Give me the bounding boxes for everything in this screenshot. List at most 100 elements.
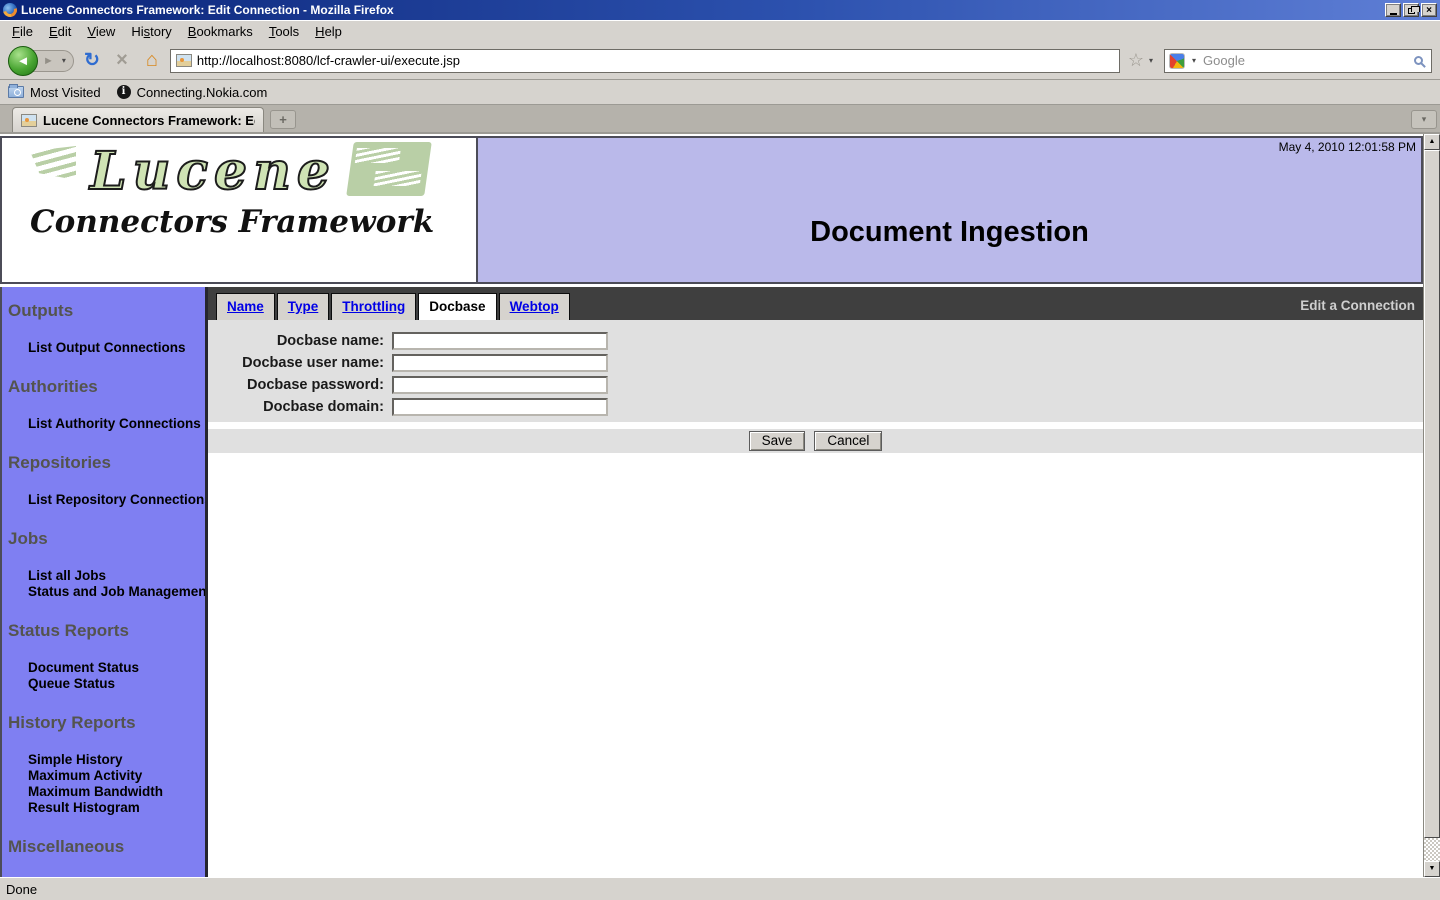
status-bar: Done xyxy=(0,877,1440,900)
minimize-icon xyxy=(1390,13,1397,15)
browser-tab-active[interactable]: Lucene Connectors Framework: Edit ... xyxy=(12,107,264,132)
field-input-docbase-password[interactable] xyxy=(392,376,608,394)
page-favicon xyxy=(176,54,192,67)
search-icon[interactable] xyxy=(1414,56,1423,65)
docbase-form: Docbase name: Docbase user name: Docbase p… xyxy=(208,320,1423,422)
vertical-scrollbar[interactable]: ▲ ▼ xyxy=(1423,134,1440,877)
search-engine-dropdown-icon[interactable]: ▾ xyxy=(1189,56,1199,65)
url-input[interactable] xyxy=(197,53,1114,68)
reload-button[interactable]: ↻ xyxy=(80,49,104,73)
sidebar-link-status-and-job-management[interactable]: Status and Job Management xyxy=(28,584,205,600)
field-input-docbase-domain[interactable] xyxy=(392,398,608,416)
bookmarks-toolbar: Most Visited Connecting.Nokia.com xyxy=(0,80,1440,105)
tab-docbase[interactable]: Docbase xyxy=(418,293,496,320)
menu-bar: FileEditViewHistoryBookmarksToolsHelp xyxy=(0,20,1440,42)
menu-history[interactable]: History xyxy=(123,22,179,41)
timestamp: May 4, 2010 12:01:58 PM xyxy=(1279,140,1416,154)
tab-link-label: Webtop xyxy=(510,299,559,314)
sidebar-section-jobs: Jobs xyxy=(8,529,205,549)
navigation-toolbar: ◄ ► ▾ ↻ × ⌂ ☆ ▾ ▾ xyxy=(0,42,1440,80)
field-input-docbase-user-name[interactable] xyxy=(392,354,608,372)
status-text: Done xyxy=(6,882,37,897)
sidebar-link-list-authority-connections[interactable]: List Authority Connections xyxy=(28,416,205,432)
page-title: Document Ingestion xyxy=(478,138,1421,249)
main-content: NameTypeThrottlingDocbaseWebtopEdit a Co… xyxy=(208,287,1423,877)
sidebar-section-history-reports: History Reports xyxy=(8,713,205,733)
bookmark-dropdown-icon[interactable]: ▾ xyxy=(1146,56,1156,65)
tab-link-label: Throttling xyxy=(342,299,405,314)
home-button[interactable]: ⌂ xyxy=(140,49,164,73)
cancel-button[interactable]: Cancel xyxy=(814,431,882,451)
sidebar-links: List Output Connections xyxy=(28,340,205,356)
google-icon xyxy=(1169,53,1185,69)
connection-tab-bar: NameTypeThrottlingDocbaseWebtopEdit a Co… xyxy=(208,287,1423,320)
sidebar-link-list-repository-connections[interactable]: List Repository Connections xyxy=(28,492,205,508)
sidebar-link-simple-history[interactable]: Simple History xyxy=(28,752,205,768)
menu-tools[interactable]: Tools xyxy=(261,22,307,41)
save-button[interactable]: Save xyxy=(749,431,806,451)
sidebar-section-status-reports: Status Reports xyxy=(8,621,205,641)
scrollbar-thumb[interactable] xyxy=(1424,150,1440,838)
page-viewport: Lucene Connectors Framework May 4, 2010 … xyxy=(0,134,1440,877)
sidebar-link-list-all-jobs[interactable]: List all Jobs xyxy=(28,568,205,584)
form-row: Docbase user name: xyxy=(208,352,1423,374)
history-dropdown-icon[interactable]: ▾ xyxy=(59,56,69,65)
sidebar-link-help[interactable]: Help xyxy=(28,876,205,877)
menu-edit[interactable]: Edit xyxy=(41,22,79,41)
browser-tab-title: Lucene Connectors Framework: Edit ... xyxy=(43,113,255,128)
field-label-docbase-password: Docbase password: xyxy=(208,377,392,393)
sidebar-links: List all JobsStatus and Job Management xyxy=(28,568,205,600)
field-label-docbase-domain: Docbase domain: xyxy=(208,399,392,415)
tab-throttling[interactable]: Throttling xyxy=(331,293,416,320)
back-button[interactable]: ◄ xyxy=(8,46,38,76)
sidebar-section-authorities: Authorities xyxy=(8,377,205,397)
list-all-tabs-button[interactable]: ▾ xyxy=(1411,110,1437,129)
tab-link-label: Name xyxy=(227,299,264,314)
close-button[interactable]: × xyxy=(1421,3,1437,17)
sidebar-links: List Repository Connections xyxy=(28,492,205,508)
tab-type[interactable]: Type xyxy=(277,293,330,320)
logo-subtitle: Connectors Framework xyxy=(30,204,462,240)
scrollbar-track[interactable] xyxy=(1424,838,1440,861)
bookmark-most-visited[interactable]: Most Visited xyxy=(8,85,101,100)
sidebar-link-maximum-bandwidth[interactable]: Maximum Bandwidth xyxy=(28,784,205,800)
restore-button[interactable] xyxy=(1403,3,1419,17)
menu-file[interactable]: File xyxy=(4,22,41,41)
sidebar-link-maximum-activity[interactable]: Maximum Activity xyxy=(28,768,205,784)
bookmark-star-icon[interactable]: ☆ xyxy=(1128,50,1144,71)
lucene-logo: Lucene Connectors Framework xyxy=(2,138,478,282)
sidebar-links: Simple HistoryMaximum ActivityMaximum Ba… xyxy=(28,752,205,816)
sidebar-link-queue-status[interactable]: Queue Status xyxy=(28,676,205,692)
tab-webtop[interactable]: Webtop xyxy=(499,293,570,320)
sidebar-link-result-histogram[interactable]: Result Histogram xyxy=(28,800,205,816)
scroll-down-button[interactable]: ▼ xyxy=(1424,861,1440,877)
sidebar-link-list-output-connections[interactable]: List Output Connections xyxy=(28,340,205,356)
tab-favicon xyxy=(21,114,37,127)
url-bar xyxy=(170,49,1120,73)
content-blank-area xyxy=(208,453,1423,877)
field-label-docbase-name: Docbase name: xyxy=(208,333,392,349)
page-header: Lucene Connectors Framework May 4, 2010 … xyxy=(0,136,1423,284)
search-bar: ▾ xyxy=(1164,49,1432,73)
field-input-docbase-name[interactable] xyxy=(392,332,608,350)
bookmark-label: Connecting.Nokia.com xyxy=(137,85,268,100)
menu-view[interactable]: View xyxy=(79,22,123,41)
minimize-button[interactable] xyxy=(1385,3,1401,17)
menu-bookmarks[interactable]: Bookmarks xyxy=(180,22,261,41)
menu-help[interactable]: Help xyxy=(307,22,350,41)
browser-tab-strip: Lucene Connectors Framework: Edit ... + … xyxy=(0,105,1440,134)
sidebar-link-document-status[interactable]: Document Status xyxy=(28,660,205,676)
tab-name[interactable]: Name xyxy=(216,293,275,320)
scroll-up-button[interactable]: ▲ xyxy=(1424,134,1440,150)
search-input[interactable] xyxy=(1203,53,1410,68)
title-bar[interactable]: Lucene Connectors Framework: Edit Connec… xyxy=(0,0,1440,20)
firefox-icon xyxy=(3,3,17,17)
new-tab-button[interactable]: + xyxy=(270,110,296,129)
sidebar-section-repositories: Repositories xyxy=(8,453,205,473)
form-row: Docbase domain: xyxy=(208,396,1423,418)
bookmark-connecting-nokia[interactable]: Connecting.Nokia.com xyxy=(117,85,268,100)
stop-button[interactable]: × xyxy=(110,49,134,73)
sidebar-section-miscellaneous: Miscellaneous xyxy=(8,837,205,857)
forward-button[interactable]: ► xyxy=(36,55,59,67)
sidebar: OutputsList Output ConnectionsAuthoritie… xyxy=(0,287,208,877)
